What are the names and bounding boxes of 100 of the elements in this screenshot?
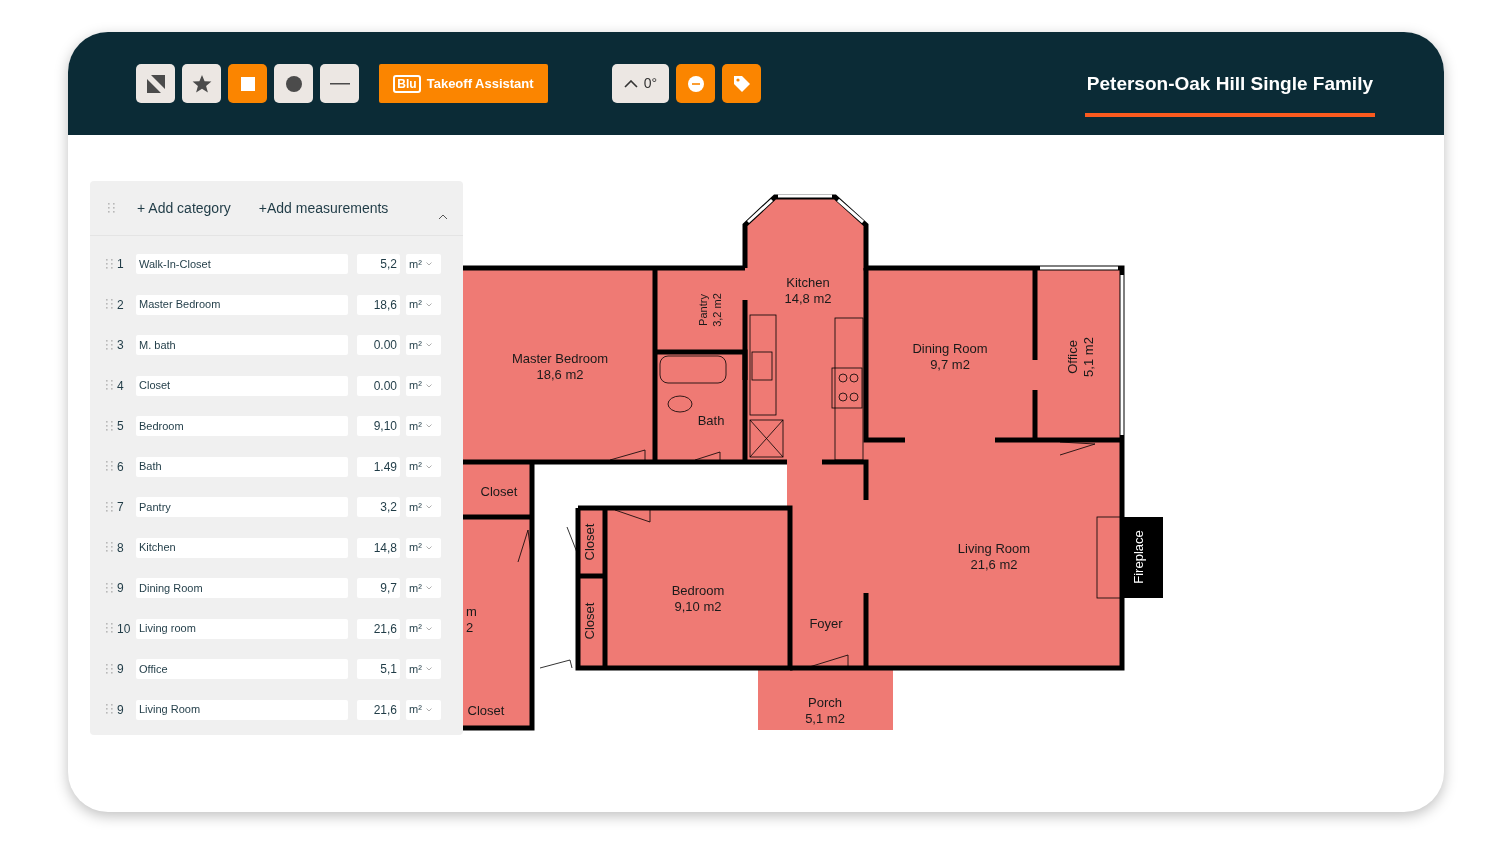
- tool-button[interactable]: [274, 64, 313, 103]
- tag-button[interactable]: [722, 64, 761, 103]
- room-label: Closet: [582, 523, 597, 561]
- tool-button[interactable]: [228, 64, 267, 103]
- name-field[interactable]: Closet: [136, 375, 348, 396]
- drag-handle-icon[interactable]: [106, 501, 113, 513]
- room-label: m 2: [466, 604, 477, 635]
- room-label: Office 5,1 m2: [1065, 337, 1096, 377]
- room-label: Bedroom 9,10 m2: [671, 583, 725, 614]
- room-label: Kitchen 14,8 m2: [784, 275, 832, 306]
- room-label: Bath: [697, 413, 725, 428]
- unit-dropdown[interactable]: m²: [406, 294, 441, 315]
- row-number: 9: [117, 580, 125, 597]
- name-field[interactable]: Bath: [136, 456, 348, 477]
- row-number: 3: [117, 337, 125, 354]
- unit-dropdown[interactable]: m²: [406, 456, 441, 477]
- add-category-link[interactable]: + Add category: [137, 197, 231, 219]
- drag-handle-icon[interactable]: [106, 663, 113, 675]
- room-label: Dining Room 9,7 m2: [912, 341, 988, 372]
- value-field[interactable]: 18,6: [357, 294, 400, 315]
- name-field[interactable]: M. bath: [136, 335, 348, 355]
- add-measurements-link[interactable]: +Add measurements: [258, 197, 389, 219]
- unit-dropdown[interactable]: m²: [406, 416, 441, 436]
- name-field[interactable]: Dining Room: [136, 578, 348, 598]
- tag-icon: [732, 74, 751, 93]
- name-field[interactable]: Walk-In-Closet: [136, 254, 348, 274]
- tool-button[interactable]: [136, 64, 175, 103]
- value-field[interactable]: 1.49: [357, 456, 400, 477]
- room-label: Closet: [467, 703, 505, 718]
- chevron-down-icon: [425, 707, 432, 712]
- unit-dropdown[interactable]: m²: [406, 618, 441, 639]
- unit-dropdown[interactable]: m²: [406, 375, 441, 396]
- value-field[interactable]: 5,2: [357, 254, 400, 274]
- chevron-down-icon: [425, 383, 432, 388]
- chevron-down-icon: [425, 464, 432, 469]
- row-number: 9: [117, 661, 125, 678]
- name-field[interactable]: Office: [136, 659, 348, 679]
- room-label: Living Room 21,6 m2: [957, 541, 1031, 572]
- unit-dropdown[interactable]: m²: [406, 497, 441, 517]
- unit-dropdown[interactable]: m²: [406, 578, 441, 598]
- value-field[interactable]: 9,7: [357, 578, 400, 598]
- row-number: 9: [117, 701, 125, 719]
- value-field[interactable]: 21,6: [357, 699, 400, 720]
- name-field[interactable]: Kitchen: [136, 537, 348, 558]
- project-title: Peterson-Oak Hill Single Family: [1084, 70, 1375, 117]
- room-label: Foyer: [809, 616, 843, 631]
- drag-handle-icon[interactable]: [106, 582, 113, 594]
- value-field[interactable]: 0.00: [357, 375, 400, 396]
- value-field[interactable]: 21,6: [357, 618, 400, 639]
- unit-dropdown[interactable]: m²: [406, 335, 441, 355]
- tool-button[interactable]: [320, 64, 359, 103]
- name-field[interactable]: Pantry: [136, 497, 348, 517]
- unit-dropdown[interactable]: m²: [406, 537, 441, 558]
- chevron-down-icon: [425, 262, 432, 266]
- room-label: Master Bedroom 18,6 m2: [511, 351, 609, 382]
- drag-handle-icon[interactable]: [106, 704, 113, 715]
- caret-up-icon: [623, 79, 638, 88]
- star-icon: [191, 73, 212, 94]
- drag-handle-icon[interactable]: [106, 623, 113, 634]
- name-field[interactable]: Living room: [136, 618, 348, 639]
- room-label: Closet: [582, 602, 597, 640]
- row-number: 8: [117, 539, 125, 557]
- drag-handle-icon[interactable]: [106, 299, 113, 310]
- row-number: 2: [117, 296, 125, 314]
- remove-button[interactable]: [676, 64, 715, 103]
- drag-handle-icon[interactable]: [106, 461, 113, 472]
- row-number: 5: [117, 418, 125, 435]
- name-field[interactable]: Bedroom: [136, 416, 348, 436]
- name-field[interactable]: Living Room: [136, 699, 348, 720]
- collapse-button[interactable]: [437, 213, 449, 221]
- chevron-down-icon: [425, 302, 432, 307]
- chevron-down-icon: [425, 667, 432, 671]
- row-number: 1: [117, 256, 125, 273]
- name-field[interactable]: Master Bedroom: [136, 294, 348, 315]
- drag-handle-icon[interactable]: [106, 542, 113, 553]
- row-number: 10: [117, 620, 132, 638]
- room-label: Pantry 3,2 m2: [697, 293, 723, 327]
- cursor-icon: [145, 73, 166, 94]
- tool-button[interactable]: [182, 64, 221, 103]
- drag-handle-icon[interactable]: [106, 258, 113, 270]
- value-field[interactable]: 0.00: [357, 335, 400, 355]
- drag-handle-icon[interactable]: [106, 420, 113, 432]
- room-label: Porch 5,1 m2: [805, 695, 845, 726]
- row-number: 4: [117, 377, 125, 395]
- minus-circle-icon: [687, 75, 704, 92]
- chevron-down-icon: [425, 626, 432, 631]
- drag-handle-icon[interactable]: [106, 380, 113, 391]
- drag-handle-icon[interactable]: [108, 202, 115, 214]
- drag-handle-icon[interactable]: [106, 339, 113, 351]
- unit-dropdown[interactable]: m²: [406, 699, 441, 720]
- value-field[interactable]: 9,10: [357, 416, 400, 436]
- unit-dropdown[interactable]: m²: [406, 254, 441, 274]
- row-number: 7: [117, 499, 125, 516]
- chevron-down-icon: [425, 424, 432, 428]
- value-field[interactable]: 3,2: [357, 497, 400, 517]
- room-label: Closet: [480, 484, 518, 499]
- angle-button[interactable]: 0°: [612, 64, 669, 103]
- value-field[interactable]: 5,1: [357, 659, 400, 679]
- unit-dropdown[interactable]: m²: [406, 659, 441, 679]
- value-field[interactable]: 14,8: [357, 537, 400, 558]
